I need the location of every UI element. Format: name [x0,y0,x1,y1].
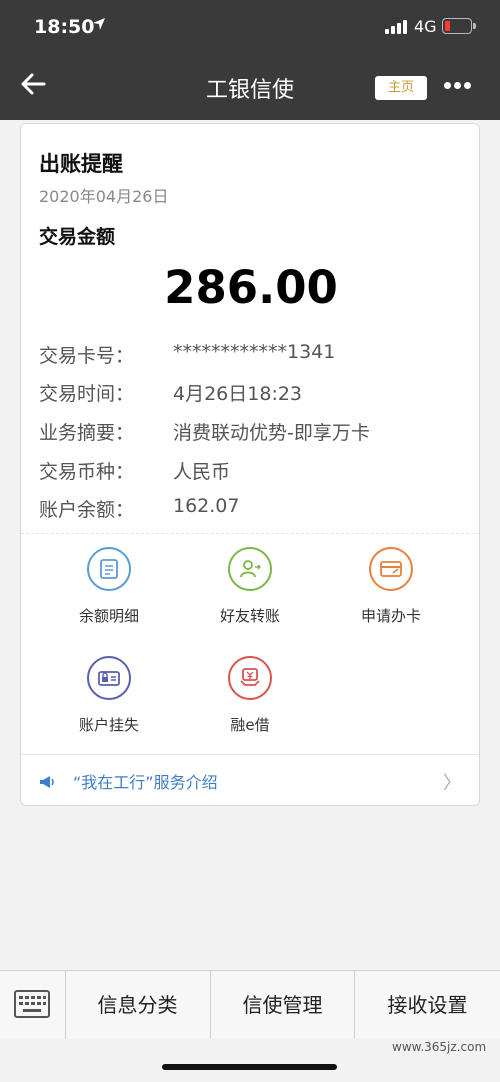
action-report-loss[interactable]: 账户挂失 [49,656,169,735]
megaphone-icon [39,774,55,788]
more-icon[interactable] [442,74,474,98]
tab-receive-settings[interactable]: 接收设置 [355,971,500,1039]
divider [21,754,479,755]
service-intro-link[interactable]: “我在工行”服务介绍 [39,769,218,793]
divider [21,533,479,534]
card-heading: 出账提醒 [39,152,123,176]
bill-notice-card: 出账提醒 2020年04月26日 交易金额 286.00 交易卡号： *****… [20,123,480,806]
signal-bars-icon [385,20,407,34]
lock-card-icon [87,656,131,700]
loan-icon [228,656,272,700]
card-icon [369,547,413,591]
action-e-loan[interactable]: 融e借 [190,656,310,735]
amount-value: 286.00 [164,261,338,314]
bottom-menu-bar: 信息分类 信使管理 接收设置 [0,970,500,1039]
tab-message-category[interactable]: 信息分类 [65,971,211,1039]
action-balance-detail[interactable]: 余额明细 [49,547,169,626]
battery-icon [442,18,476,34]
service-intro-text: “我在工行”服务介绍 [73,773,218,792]
location-arrow-icon [92,16,106,35]
watermark: www.365jz.com [392,1040,487,1054]
action-label: 融e借 [230,716,270,734]
detail-key: 业务摘要： [39,422,135,444]
action-friend-transfer[interactable]: 好友转账 [190,547,310,626]
keyboard-icon[interactable] [0,971,66,1039]
nav-bar: 工银信使 主页 [0,52,500,120]
detail-value: 4月26日18:23 [173,383,303,405]
amount-label: 交易金额 [39,226,116,248]
card-date: 2020年04月26日 [39,187,169,206]
status-time: 18:50 [34,16,95,38]
tab-messenger-management[interactable]: 信使管理 [211,971,355,1039]
home-button[interactable]: 主页 [375,76,427,100]
chevron-right-icon[interactable]: 〉 [443,769,461,795]
detail-value: 人民币 [173,461,231,483]
action-apply-card[interactable]: 申请办卡 [331,547,451,626]
document-icon [87,547,131,591]
detail-value: 162.07 [173,495,240,517]
status-bar: 18:50 4G [0,0,500,52]
person-transfer-icon [228,547,272,591]
action-label: 好友转账 [219,607,280,625]
network-type: 4G [414,17,437,36]
detail-key: 交易币种： [39,461,135,483]
detail-key: 账户余额： [39,499,135,521]
action-label: 账户挂失 [78,716,139,734]
detail-key: 交易卡号： [39,345,135,367]
detail-key: 交易时间： [39,383,135,405]
action-label: 余额明细 [78,607,139,625]
home-indicator [162,1064,337,1070]
detail-value: 消费联动优势-即享万卡 [173,422,370,444]
action-label: 申请办卡 [360,607,421,625]
detail-value: ************1341 [173,341,336,363]
